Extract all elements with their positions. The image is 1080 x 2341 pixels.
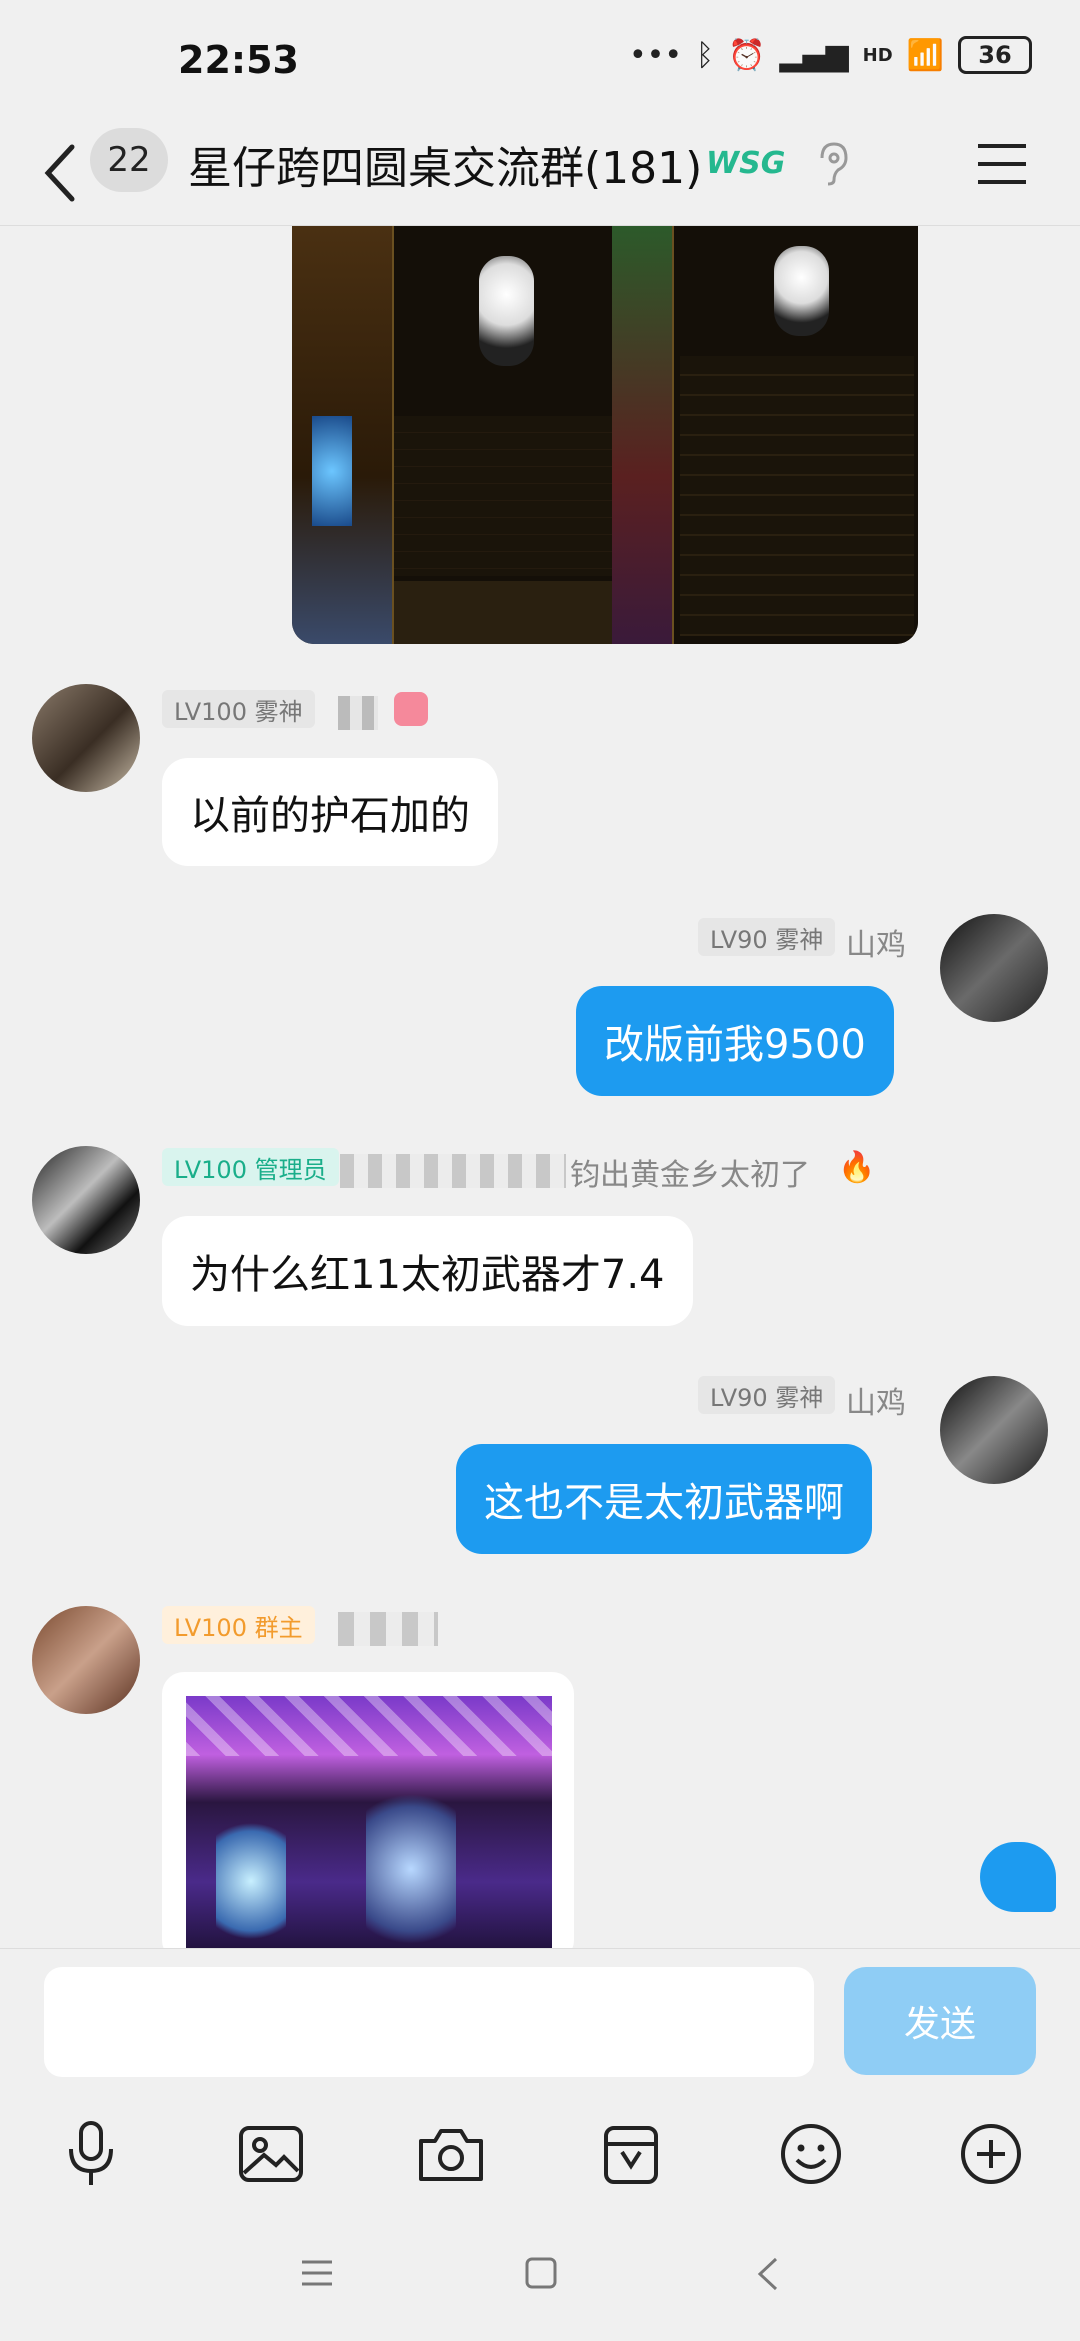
emoji-icon: [781, 2124, 841, 2184]
character-figure-left: [216, 1806, 286, 1956]
nickname-emoji: [394, 692, 428, 726]
game-character-image: [186, 1696, 552, 1962]
message-bubble[interactable]: 为什么红11太初武器才7.4: [162, 1216, 693, 1326]
message-bubble[interactable]: 以前的护石加的: [162, 758, 498, 866]
avatar[interactable]: [940, 914, 1048, 1022]
chat-header: 22 星仔跨四圆桌交流群(181) WSG: [0, 120, 1080, 226]
pixelated-nickname: [338, 696, 378, 730]
bluetooth-icon: ᛒ: [696, 37, 715, 73]
image-message-bubble[interactable]: [162, 1672, 574, 1962]
status-bar: 22:53 ••• ᛒ ⏰ ▂▄▆ HD 📶 36: [0, 0, 1080, 120]
pixelated-nickname: [338, 1612, 438, 1646]
game-scene-middle: [612, 226, 672, 644]
group-title: 星仔跨四圆桌交流群(181): [188, 143, 703, 194]
dots-icon: •••: [628, 37, 683, 73]
equipment-list: [680, 356, 914, 636]
image-icon: [239, 2126, 303, 2182]
floating-chat-bubble-button[interactable]: [980, 1842, 1056, 1912]
character-figure-right: [366, 1776, 456, 1962]
send-button[interactable]: 发送: [844, 1967, 1036, 2075]
message-bubble-outgoing[interactable]: 这也不是太初武器啊: [456, 1444, 872, 1554]
character-sprite: [479, 256, 534, 366]
chevron-left-icon: [44, 144, 75, 201]
wifi-icon: 📶: [906, 37, 944, 73]
camera-button[interactable]: [406, 2109, 496, 2199]
back-nav-icon[interactable]: [756, 2256, 780, 2292]
hd-label: HD: [862, 44, 893, 66]
system-nav-bar: [0, 2210, 1080, 2340]
panel-tabs: [394, 581, 614, 644]
battery-level: 36: [978, 41, 1012, 69]
avatar[interactable]: [32, 1606, 140, 1714]
character-sprite-2: [774, 246, 829, 336]
stats-list: [394, 416, 614, 576]
member-level-badge: LV90 雾神: [698, 918, 836, 956]
equipment-panel-2: [672, 226, 918, 644]
camera-icon: [419, 2129, 483, 2181]
ear-icon[interactable]: [812, 138, 852, 188]
emoji-button[interactable]: [766, 2109, 856, 2199]
sender-nickname: 山鸡: [846, 928, 906, 963]
mic-button[interactable]: [46, 2109, 136, 2199]
owner-badge: LV100 群主: [162, 1606, 315, 1644]
avatar[interactable]: [940, 1376, 1048, 1484]
fire-icon: 🔥: [838, 1150, 876, 1185]
status-icons: ••• ᛒ ⏰ ▂▄▆ HD 📶 36: [629, 36, 1032, 74]
battery-icon: 36: [958, 36, 1032, 74]
plus-button[interactable]: [946, 2109, 1036, 2199]
lattice-pattern: [186, 1696, 552, 1756]
portal-glow: [312, 416, 352, 526]
plus-icon: [961, 2124, 1021, 2184]
avatar[interactable]: [32, 684, 140, 792]
unread-count-badge[interactable]: 22: [90, 128, 168, 192]
group-level-badge: WSG: [706, 146, 786, 181]
sender-nickname: 山鸡: [846, 1386, 906, 1421]
status-time: 22:53: [178, 38, 299, 82]
signal-icon: ▂▄▆: [779, 37, 849, 73]
member-level-badge: LV90 雾神: [698, 1376, 836, 1414]
mic-icon: [69, 2121, 113, 2185]
equipment-panel-1: [392, 226, 614, 644]
recents-icon[interactable]: [300, 2258, 334, 2288]
admin-badge: LV100 管理员: [162, 1148, 339, 1186]
back-button[interactable]: [30, 130, 90, 215]
nickname-partial: 钧出黄金乡太初了: [570, 1158, 810, 1193]
avatar[interactable]: [32, 1146, 140, 1254]
message-bubble-outgoing[interactable]: 改版前我9500: [576, 986, 894, 1096]
message-input[interactable]: [44, 1967, 814, 2077]
member-level-badge: LV100 雾神: [162, 690, 315, 728]
home-icon[interactable]: [524, 2256, 558, 2290]
image-button[interactable]: [226, 2109, 316, 2199]
sticker-button[interactable]: [586, 2109, 676, 2199]
image-message-game-screenshot[interactable]: [292, 226, 918, 644]
menu-button[interactable]: [972, 134, 1032, 194]
pixelated-nickname: [340, 1154, 566, 1188]
sticker-icon: [604, 2126, 658, 2184]
alarm-icon: ⏰: [728, 37, 766, 73]
